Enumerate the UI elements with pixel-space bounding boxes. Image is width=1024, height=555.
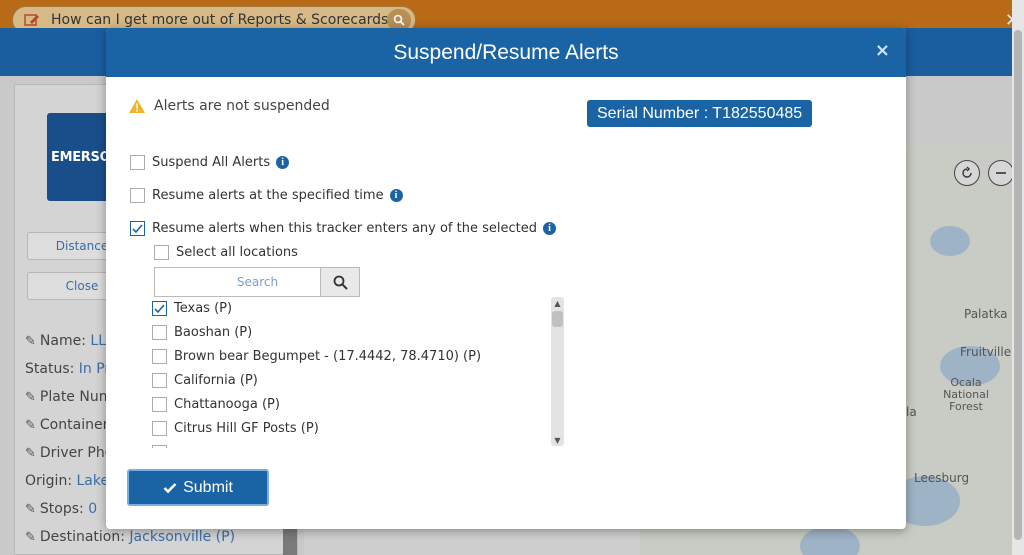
pencil-icon[interactable]: ✎ <box>25 530 36 545</box>
map-label-ocala: Ocala National Forest <box>943 376 989 414</box>
checkbox-checked[interactable] <box>130 221 145 236</box>
map-lake <box>930 226 970 256</box>
checkbox-checked[interactable] <box>152 301 167 316</box>
dialog-title: Suspend/Resume Alerts <box>393 40 619 64</box>
pencil-icon[interactable]: ✎ <box>25 334 36 349</box>
search-icon <box>333 275 348 290</box>
alert-status: Alerts are not suspended <box>128 98 330 114</box>
info-driver-phone: ✎ Driver Pho <box>25 445 114 461</box>
pencil-icon[interactable]: ✎ <box>25 502 36 517</box>
list-item-partial[interactable] <box>152 445 174 448</box>
option-suspend-all[interactable]: Suspend All Alerts i <box>130 155 290 170</box>
alert-status-text: Alerts are not suspended <box>154 98 330 114</box>
option-resume-on-enter[interactable]: Resume alerts when this tracker enters a… <box>130 221 556 236</box>
suspend-resume-alerts-dialog: Suspend/Resume Alerts × Alerts are not s… <box>106 28 906 529</box>
scroll-up-icon[interactable]: ▲ <box>551 297 564 309</box>
info-icon[interactable]: i <box>543 222 556 235</box>
info-container: ✎ Container <box>25 417 109 433</box>
info-stops: ✎ Stops: 0 <box>25 501 98 517</box>
check-icon <box>163 482 177 493</box>
help-search-text: How can I get more out of Reports & Scor… <box>51 12 396 28</box>
info-icon[interactable]: i <box>276 156 290 169</box>
scrollbar-thumb[interactable] <box>1014 30 1022 540</box>
checkbox[interactable] <box>130 155 145 170</box>
pencil-icon[interactable]: ✎ <box>25 446 36 461</box>
option-label: Suspend All Alerts <box>152 155 271 170</box>
serial-number-badge: Serial Number : T182550485 <box>587 100 813 127</box>
map-label-la: la <box>906 405 917 419</box>
search-button[interactable] <box>320 267 360 297</box>
map-label-leesburg: Leesburg <box>914 471 970 485</box>
checkbox[interactable] <box>152 397 167 412</box>
checkbox[interactable] <box>152 445 167 448</box>
map-lake <box>800 526 860 555</box>
checkbox[interactable] <box>152 325 167 340</box>
info-icon[interactable]: i <box>389 189 403 202</box>
pencil-icon[interactable]: ✎ <box>25 390 36 405</box>
list-item[interactable]: California (P) <box>152 373 258 388</box>
close-icon[interactable]: × <box>875 40 890 61</box>
submit-button[interactable]: Submit <box>127 469 269 506</box>
list-item[interactable]: Brown bear Begumpet - (17.4442, 78.4710)… <box>152 349 481 364</box>
warning-icon <box>129 99 145 113</box>
dialog-header: Suspend/Resume Alerts × <box>106 28 906 77</box>
select-all-locations[interactable]: Select all locations <box>154 245 298 260</box>
list-item[interactable]: Chattanooga (P) <box>152 397 280 412</box>
pencil-icon[interactable]: ✎ <box>25 418 36 433</box>
map-label-fruitville: Fruitville <box>960 345 1012 359</box>
option-resume-at-time[interactable]: Resume alerts at the specified time i <box>130 188 403 203</box>
info-destination: ✎ Destination: Jacksonville (P) <box>25 529 236 545</box>
checkbox[interactable] <box>152 349 167 364</box>
list-item[interactable]: Baoshan (P) <box>152 325 252 340</box>
panel-divider <box>283 525 297 555</box>
zoom-out-icon[interactable] <box>988 160 1012 186</box>
scrollbar-thumb[interactable] <box>552 311 563 327</box>
info-name: ✎ Name: LL- <box>25 333 111 349</box>
list-item[interactable]: Citrus Hill GF Posts (P) <box>152 421 319 436</box>
page-scrollbar[interactable] <box>1012 0 1024 555</box>
option-label: Resume alerts when this tracker enters a… <box>152 221 537 236</box>
location-list: Texas (P) Baoshan (P) Brown bear Begumpe… <box>152 296 566 448</box>
rotate-map-icon[interactable] <box>954 160 980 186</box>
checkbox[interactable] <box>152 373 167 388</box>
select-all-label: Select all locations <box>176 245 298 260</box>
option-label: Resume alerts at the specified time <box>152 188 384 203</box>
info-status: Status: In Pro <box>25 361 119 377</box>
checkbox[interactable] <box>130 188 145 203</box>
list-item[interactable]: Texas (P) <box>152 301 232 316</box>
edit-icon <box>23 12 41 28</box>
location-list-scrollbar[interactable]: ▲ ▼ <box>551 297 564 446</box>
checkbox[interactable] <box>154 245 169 260</box>
scroll-down-icon[interactable]: ▼ <box>551 434 564 446</box>
checkbox[interactable] <box>152 421 167 436</box>
map-label-palatka: Palatka <box>964 307 1008 321</box>
info-origin: Origin: LakeL <box>25 473 117 489</box>
